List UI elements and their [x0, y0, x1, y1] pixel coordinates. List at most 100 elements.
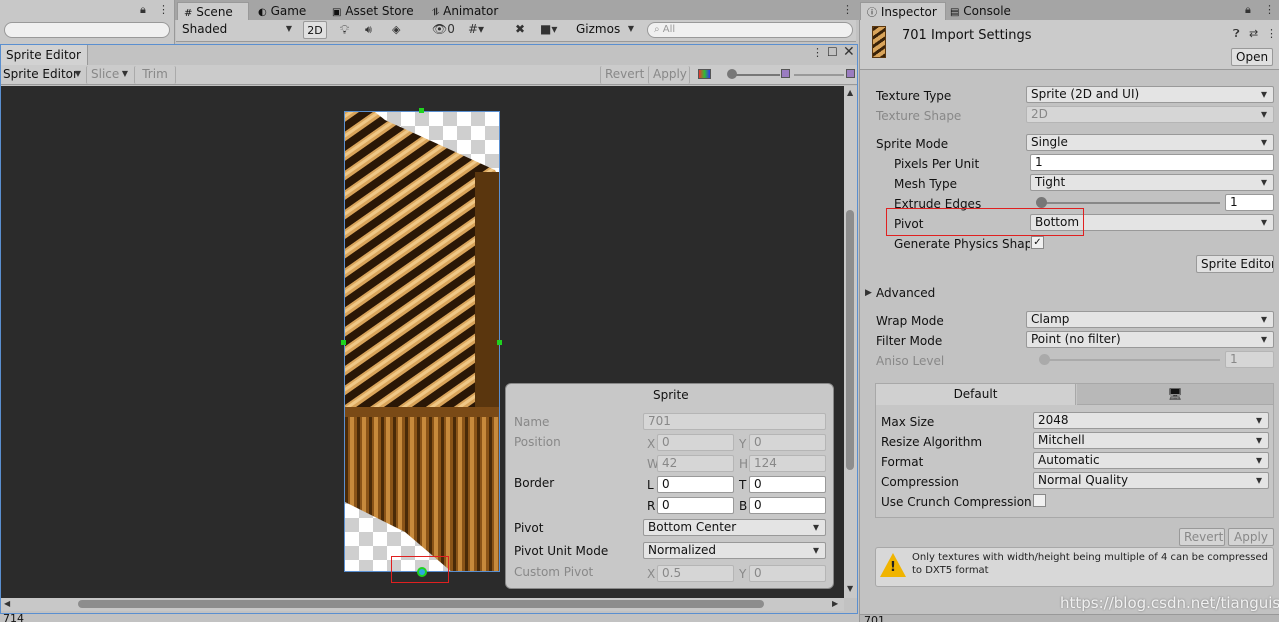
- sprite-handle-right[interactable]: [497, 340, 502, 345]
- resize-algorithm-label: Resize Algorithm: [881, 435, 983, 449]
- advanced-foldout[interactable]: Advanced: [876, 286, 935, 300]
- foldout-arrow-icon[interactable]: ▶: [865, 288, 872, 298]
- menu-icon[interactable]: ⋮: [158, 3, 169, 16]
- inspector-footer-label: 701: [864, 614, 885, 622]
- sprite-editor-mode-dropdown[interactable]: Sprite Editor: [1, 66, 85, 84]
- grid-icon: #: [184, 8, 193, 19]
- pos-h-field[interactable]: 124: [749, 455, 826, 472]
- maximize-icon[interactable]: ☐: [827, 45, 838, 59]
- border-l-field[interactable]: 0: [657, 476, 734, 493]
- shading-mode-dropdown[interactable]: Shaded: [178, 21, 296, 39]
- trim-button[interactable]: Trim: [134, 66, 176, 84]
- tab-console[interactable]: ▤ Console: [944, 2, 1024, 20]
- tab-inspector[interactable]: ⓘ Inspector: [860, 2, 946, 22]
- extrude-edges-field[interactable]: 1: [1225, 194, 1274, 211]
- sprite-mode-dropdown[interactable]: Single: [1026, 134, 1274, 151]
- aniso-slider-thumb[interactable]: [1039, 354, 1050, 365]
- pos-w-field[interactable]: 42: [657, 455, 734, 472]
- border-b-field[interactable]: 0: [749, 497, 826, 514]
- lock-icon[interactable]: 🔒︎: [140, 3, 146, 17]
- hierarchy-search-input[interactable]: [4, 22, 170, 38]
- tab-animator[interactable]: ⥮ Animator: [426, 2, 516, 20]
- mip-slider-track[interactable]: [794, 74, 844, 76]
- camera-icon[interactable]: ■▾: [540, 22, 557, 36]
- menu-icon[interactable]: ⋮: [812, 46, 823, 59]
- vertical-scroll-thumb[interactable]: [846, 210, 854, 470]
- sprite-pivot-dropdown[interactable]: Bottom Center: [643, 519, 826, 536]
- aniso-level-field[interactable]: 1: [1225, 351, 1274, 368]
- sprite-editor-revert-button[interactable]: Revert: [600, 66, 646, 84]
- sprite-handle-left[interactable]: [341, 340, 346, 345]
- tab-game[interactable]: ◐ Game: [252, 2, 332, 20]
- max-size-dropdown[interactable]: 2048: [1033, 412, 1269, 429]
- compression-label: Compression: [881, 475, 959, 489]
- pivot-unit-mode-dropdown[interactable]: Normalized: [643, 542, 826, 559]
- pixels-per-unit-field[interactable]: 1: [1030, 154, 1274, 171]
- format-dropdown[interactable]: Automatic: [1033, 452, 1269, 469]
- scroll-left-arrow-icon[interactable]: ◀: [4, 599, 10, 608]
- scroll-up-arrow-icon[interactable]: ▲: [847, 88, 853, 97]
- open-button[interactable]: Open: [1231, 48, 1273, 66]
- sprite-handle-top[interactable]: [419, 108, 424, 113]
- zoom-slider-thumb[interactable]: [727, 69, 737, 79]
- close-icon[interactable]: ✕: [843, 44, 855, 60]
- platform-tab-default[interactable]: Default: [876, 384, 1076, 405]
- sprite-editor-apply-button[interactable]: Apply: [648, 66, 690, 84]
- extrude-slider-track[interactable]: [1037, 202, 1220, 204]
- aniso-level-label: Aniso Level: [876, 354, 945, 368]
- resize-algorithm-dropdown[interactable]: Mitchell: [1033, 432, 1269, 449]
- platform-tab-standalone[interactable]: 🖥︎: [1077, 384, 1273, 405]
- generate-physics-shape-checkbox[interactable]: ✓: [1031, 236, 1044, 249]
- custom-pivot-y-field[interactable]: 0: [749, 565, 826, 582]
- gizmos-dropdown[interactable]: Gizmos: [572, 21, 638, 39]
- inspector-revert-button[interactable]: Revert: [1179, 528, 1225, 546]
- max-size-label: Max Size: [881, 415, 935, 429]
- scene-search-input[interactable]: ⌕ All: [647, 22, 853, 38]
- inspector-apply-button[interactable]: Apply: [1228, 528, 1274, 546]
- tab-asset-store[interactable]: ▣ Asset Store: [326, 2, 418, 20]
- aniso-slider-track[interactable]: [1040, 359, 1220, 361]
- help-icon[interactable]: ❓︎: [1233, 27, 1240, 41]
- scroll-right-arrow-icon[interactable]: ▶: [832, 599, 838, 608]
- preset-icon[interactable]: ⇄: [1249, 27, 1258, 40]
- tab-scene[interactable]: # Scene: [177, 2, 249, 22]
- sprite-texture[interactable]: [344, 111, 500, 572]
- animator-icon: ⥮: [432, 7, 440, 18]
- sprite-editor-button[interactable]: Sprite Editor: [1196, 255, 1274, 273]
- lock-icon[interactable]: 🔒︎: [1245, 3, 1251, 17]
- compression-dropdown[interactable]: Normal Quality: [1033, 472, 1269, 489]
- border-t-field[interactable]: 0: [749, 476, 826, 493]
- toggle-2d-button[interactable]: 2D: [303, 21, 327, 39]
- menu-icon[interactable]: ⋮: [1266, 27, 1277, 40]
- filter-mode-dropdown[interactable]: Point (no filter): [1026, 331, 1274, 348]
- color-channel-icon[interactable]: [698, 69, 711, 79]
- menu-icon[interactable]: ⋮: [842, 3, 853, 16]
- sprite-editor-tab[interactable]: Sprite Editor: [1, 45, 88, 65]
- pos-x-field[interactable]: 0: [657, 434, 734, 451]
- light-bulb-icon[interactable]: 💡︎: [340, 23, 349, 38]
- menu-icon[interactable]: ⋮: [1264, 3, 1275, 16]
- effects-icon[interactable]: ◈: [392, 23, 400, 36]
- audio-icon[interactable]: 🔊︎: [365, 23, 372, 37]
- wrap-mode-dropdown[interactable]: Clamp: [1026, 311, 1274, 328]
- use-crunch-compression-checkbox[interactable]: [1033, 494, 1046, 507]
- wooden-crate-sprite: [345, 112, 499, 571]
- border-r-field[interactable]: 0: [657, 497, 734, 514]
- custom-pivot-x-field[interactable]: 0.5: [657, 565, 734, 582]
- tools-icon[interactable]: ✖: [515, 22, 525, 36]
- extrude-slider-thumb[interactable]: [1036, 197, 1047, 208]
- texture-type-dropdown[interactable]: Sprite (2D and UI): [1026, 86, 1274, 103]
- scroll-down-arrow-icon[interactable]: ▼: [847, 584, 853, 593]
- texture-shape-dropdown[interactable]: 2D: [1026, 106, 1274, 123]
- grid-snap-icon[interactable]: #▾: [468, 22, 484, 36]
- horizontal-scroll-thumb[interactable]: [78, 600, 764, 608]
- inspector-apply-label: Apply: [1234, 530, 1268, 544]
- name-field[interactable]: 701: [643, 413, 826, 430]
- pos-y-field[interactable]: 0: [749, 434, 826, 451]
- slice-dropdown[interactable]: Slice: [86, 66, 132, 84]
- pos-h-label: H: [739, 457, 749, 471]
- format-label: Format: [881, 455, 924, 469]
- hidden-objects-icon[interactable]: 👁︎0: [432, 22, 455, 36]
- zoom-slider-track[interactable]: [730, 74, 780, 76]
- mesh-type-dropdown[interactable]: Tight: [1030, 174, 1274, 191]
